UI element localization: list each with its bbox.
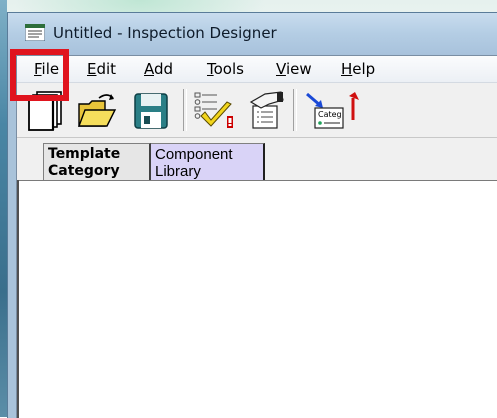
toolbar: Categ <box>17 83 497 138</box>
add-category-icon[interactable]: Categ <box>303 90 347 132</box>
tab-component-library-line2: Library <box>155 163 201 180</box>
menu-add-label: dd <box>154 60 174 78</box>
menu-tools-accelerator: T <box>207 60 214 78</box>
menu-tools[interactable]: Tools <box>207 60 244 78</box>
validate-checklist-icon[interactable] <box>193 90 237 132</box>
menu-help[interactable]: Help <box>341 60 375 78</box>
move-category-icon[interactable] <box>349 90 363 132</box>
tab-component-library-line1: Component <box>155 146 233 163</box>
menu-help-label: elp <box>352 60 376 78</box>
menu-view[interactable]: View <box>276 60 312 78</box>
window-title: Untitled - Inspection Designer <box>53 24 277 42</box>
menu-view-accelerator: V <box>276 60 286 78</box>
panel-border <box>17 180 19 418</box>
tab-template-category-line2: Category <box>48 163 120 179</box>
open-folder-icon[interactable] <box>75 90 119 132</box>
app-icon <box>25 24 45 41</box>
tree-panel[interactable] <box>17 180 497 418</box>
title-bar[interactable]: Untitled - Inspection Designer <box>8 13 497 55</box>
tab-strip: Template Category Component Library <box>17 138 497 181</box>
toolbar-separator <box>293 89 297 131</box>
menu-tools-label: ools <box>213 60 244 78</box>
file-menu-highlight-box <box>10 49 69 101</box>
save-disk-icon[interactable] <box>129 90 173 132</box>
client-area: File Edit Add Tools View Help Categ Temp… <box>16 55 497 418</box>
edit-form-icon[interactable] <box>243 90 287 132</box>
menu-add[interactable]: Add <box>144 60 173 78</box>
menu-bar: File Edit Add Tools View Help <box>17 56 497 83</box>
tab-template-category-line1: Template <box>48 146 121 162</box>
background-window-edge <box>0 0 7 417</box>
tab-template-category[interactable]: Template Category <box>43 143 151 181</box>
menu-edit-label: dit <box>96 60 117 78</box>
app-window: Untitled - Inspection Designer File Edit… <box>7 12 497 418</box>
menu-help-accelerator: H <box>341 60 353 78</box>
tab-component-library[interactable]: Component Library <box>151 143 265 181</box>
menu-view-label: iew <box>285 60 312 78</box>
menu-edit[interactable]: Edit <box>87 60 116 78</box>
category-label: Categ <box>318 110 342 119</box>
menu-add-accelerator: A <box>144 60 154 78</box>
toolbar-separator <box>183 89 187 131</box>
